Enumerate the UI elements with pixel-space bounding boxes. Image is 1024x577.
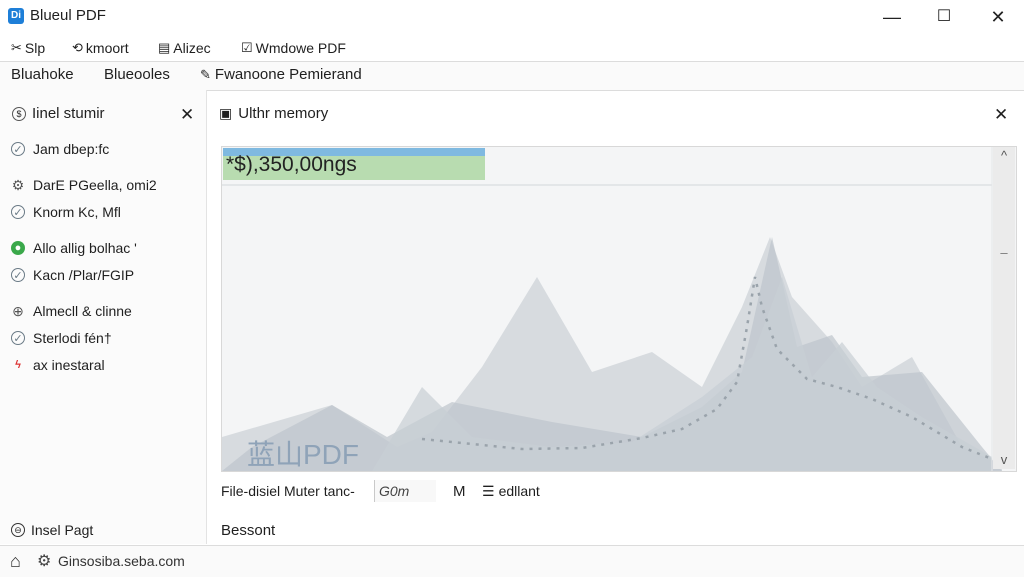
check-circle-icon: ✓ [11,331,25,345]
status-input[interactable]: G0m [374,480,436,502]
scroll-thumb[interactable]: – [996,245,1012,260]
tab-blueooles[interactable]: Blueooles [104,66,170,83]
list-icon: ☰ [482,483,495,499]
flash-icon: ϟ [15,359,21,371]
sidebar-item-6[interactable]: ⊕ Almecll & clinne [11,302,132,320]
app-logo-icon: Di [8,8,24,24]
import-icon: ⟲ [72,40,83,55]
panel-title: ▣ Ulthr memory [219,105,329,122]
window-title: Blueul PDF [30,7,106,24]
home-icon[interactable]: ⌂ [10,551,21,572]
tab-bluahoke[interactable]: Bluahoke [11,66,74,83]
minimize-button[interactable]: — [872,4,912,30]
scissors-icon: ✂ [11,40,22,55]
globe-icon: ⊕ [12,302,24,319]
title-bar [0,0,1024,34]
gear-icon: ⚙ [11,176,25,193]
close-button[interactable]: ✕ [978,4,1018,30]
gear-icon[interactable]: ⚙ [37,551,51,571]
sidebar-item-2[interactable]: ⚙ DarE PGeella, omi2 [11,176,157,194]
menu-item-window-pdf[interactable]: ☑ Wmdowe PDF [241,38,346,58]
preview-area [221,146,1017,472]
menu-item-slp[interactable]: ✂ Slp [11,38,45,58]
watermark-logo: 蓝山PDF [247,439,360,470]
sidebar-item-5[interactable]: ✓ Kacn /Plar/FGIP [11,267,134,283]
sidebar-item-4[interactable]: ● Allo allig bolhac ' [11,240,137,256]
maximize-button[interactable]: ☐ [924,4,964,30]
progress-value: *$),350,00ngs [226,153,357,176]
dollar-circle-icon: $ [12,106,26,121]
menu-bar [0,34,1024,61]
check-circle-icon: ✓ [11,205,25,219]
vertical-scrollbar[interactable] [993,147,1015,469]
document-icon: ▤ [158,40,171,55]
sidebar-close-button[interactable]: ✕ [180,105,194,125]
scroll-up-button[interactable]: ^ [993,148,1015,163]
edit-button[interactable]: ☰ edllant [482,483,540,500]
panel-close-button[interactable]: ✕ [994,105,1008,125]
mountain-graphic [222,147,1002,471]
document-edit-icon: ▣ [219,105,233,121]
check-circle-icon: ✓ [11,268,25,282]
sidebar-item-1[interactable]: ✓ Jam dbep:fc [11,141,109,157]
edit-icon: ✎ [200,66,211,82]
sidebar-item-3[interactable]: ✓ Knorm Kc, Mfl [11,204,121,220]
menu-item-alizec[interactable]: ▤ Alizec [158,38,211,58]
status-label: File-disiel Muter tanc- [221,483,355,499]
menu-item-import[interactable]: ⟲ kmoort [72,38,129,58]
sidebar-item-7[interactable]: ✓ Sterlodi fén† [11,330,112,346]
green-dot-icon: ● [11,241,25,255]
sidebar-title: $ Iinel stumir [12,105,105,122]
window-check-icon: ☑ [241,40,253,55]
scroll-down-button[interactable]: v [993,452,1015,467]
check-circle-icon: ✓ [11,142,25,156]
footer-url[interactable]: Ginsosiba.seba.com [58,553,185,569]
sidebar-item-8[interactable]: ϟ ax inestaral [11,357,105,373]
sidebar-footer[interactable]: ⊖ Insel Pagt [11,522,93,538]
insert-page-icon: ⊖ [11,523,25,537]
bottom-label: Bessont [221,522,276,539]
m-button[interactable]: M [453,483,466,500]
tab-pemierand[interactable]: ✎ Fwanoone Pemierand [200,66,362,83]
